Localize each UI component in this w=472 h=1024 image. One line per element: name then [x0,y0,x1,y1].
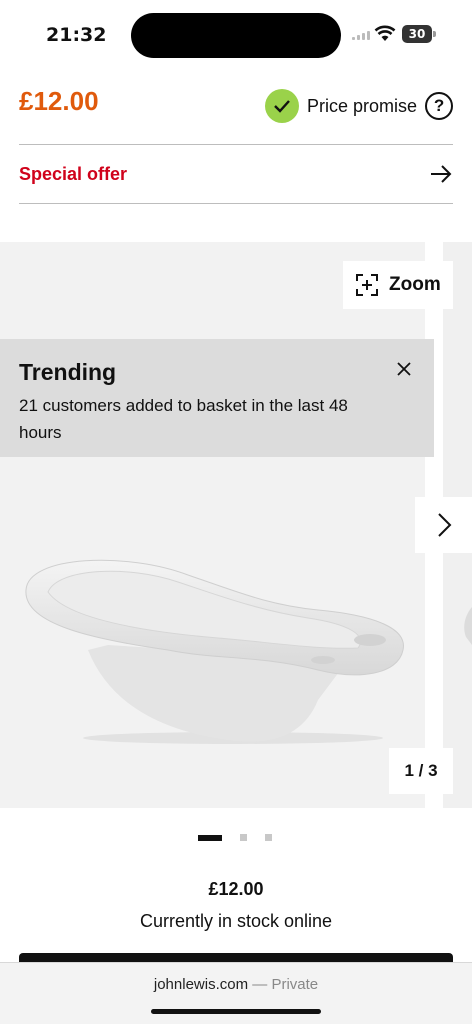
price-promise[interactable]: Price promise ? [265,88,454,124]
wifi-icon [374,25,396,41]
carousel-pagination[interactable] [198,834,272,841]
image-counter: 1 / 3 [389,748,453,794]
pagination-dot[interactable] [265,834,272,841]
trending-title: Trending [19,359,117,385]
close-icon[interactable] [396,361,412,377]
status-time: 21:32 [46,24,107,46]
zoom-label: Zoom [389,274,441,295]
zoom-button[interactable]: Zoom [343,261,453,309]
summary-price: £12.00 [208,879,264,899]
product-image-gallery[interactable]: Zoom Trending 21 customers added to bask… [0,242,472,808]
browser-address-bar[interactable]: johnlewis.com — Private [0,962,472,1024]
battery-cap [433,31,436,37]
next-image-button[interactable] [415,497,472,553]
special-offer-link[interactable]: Special offer [19,145,453,203]
battery-icon: 30 [402,25,432,43]
pagination-dot[interactable] [240,834,247,841]
special-offer-label: Special offer [19,163,128,184]
chevron-right-icon [437,513,451,537]
arrow-right-icon [431,165,452,183]
status-bar: 21:32 30 [0,0,472,70]
url-separator: — [248,976,272,993]
url-domain: johnlewis.com [153,976,249,993]
check-icon [265,89,299,123]
help-icon[interactable]: ? [425,92,454,120]
url-display[interactable]: johnlewis.com — Private [0,976,472,993]
browsing-mode-label: Private [271,976,319,993]
divider [19,203,453,204]
baby-bath-image [25,559,404,744]
stock-status: Currently in stock online [139,911,333,931]
home-indicator[interactable] [151,1009,321,1014]
product-price: £12.00 [19,86,99,116]
price-promise-label: Price promise [307,95,418,116]
trending-banner: Trending 21 customers added to basket in… [0,339,434,457]
next-image-edge [464,607,472,645]
zoom-icon [356,274,378,296]
trending-text: 21 customers added to basket in the last… [19,396,348,442]
dynamic-island [131,13,341,58]
cellular-signal-icon [352,30,374,40]
pagination-dot-active[interactable] [198,834,222,841]
